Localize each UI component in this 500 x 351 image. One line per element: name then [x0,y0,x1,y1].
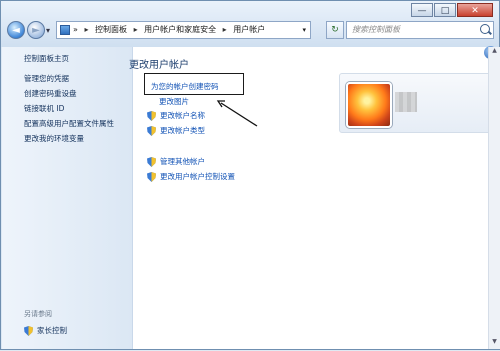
vertical-scrollbar[interactable]: ▲ ▼ [488,47,500,349]
breadcrumb-user-accounts[interactable]: 用户帐户 [233,25,265,34]
sidebar-link-password-reset-disk[interactable]: 创建密码重设盘 [24,88,77,99]
search-icon[interactable] [480,24,490,34]
manage-other-accounts-link[interactable]: 管理其他帐户 [147,156,205,167]
change-account-type-label: 更改帐户类型 [160,126,205,135]
page-title: 更改用户帐户 [129,60,189,71]
control-panel-window: — □ ✕ ◄ ► ▾ » ▸ 控制面板 ▸ 用户帐户和家庭安全 ▸ 用户帐户 … [0,0,500,350]
change-account-name-label: 更改帐户名称 [160,111,205,120]
uac-shield-icon [147,172,156,182]
sidebar-link-environment-variables[interactable]: 更改我的环境变量 [24,133,84,144]
redacted-account-name [395,92,417,112]
search-placeholder: 搜索控制面板 [352,25,400,34]
scroll-down-arrow-icon[interactable]: ▼ [490,338,499,349]
uac-settings-label: 更改用户帐户控制设置 [160,172,235,181]
uac-shield-icon [147,157,156,167]
close-button[interactable]: ✕ [457,3,493,17]
recent-pages-dropdown-icon[interactable]: ▾ [46,26,50,35]
sidebar-link-online-id[interactable]: 链接联机 ID [24,103,64,114]
uac-shield-icon [147,126,156,136]
sidebar-link-manage-credentials[interactable]: 管理您的凭据 [24,73,69,84]
back-button[interactable]: ◄ [7,21,25,39]
breadcrumb-user-accounts-family-safety[interactable]: 用户帐户和家庭安全 [144,25,216,34]
sidebar-link-parental-controls[interactable]: 家长控制 [24,325,67,336]
maximize-button[interactable]: □ [434,3,456,17]
breadcrumb-separator-icon[interactable]: ▸ [223,25,227,34]
breadcrumb-separator-icon[interactable]: ▸ [84,25,88,34]
sidebar-link-control-panel-home[interactable]: 控制面板主页 [24,53,69,64]
address-dropdown-icon[interactable]: ▾ [302,22,306,38]
account-tile [339,73,491,133]
caption-buttons: — □ ✕ [410,3,493,17]
breadcrumb-separator-icon[interactable]: ▸ [134,25,138,34]
control-panel-icon [60,25,70,35]
uac-settings-link[interactable]: 更改用户帐户控制设置 [147,171,235,182]
search-input[interactable]: 搜索控制面板 [346,21,494,39]
see-also-heading: 另请参阅 [24,310,52,318]
breadcrumb-control-panel[interactable]: 控制面板 [95,25,127,34]
change-account-name-link[interactable]: 更改帐户名称 [147,110,205,121]
address-bar[interactable]: » ▸ 控制面板 ▸ 用户帐户和家庭安全 ▸ 用户帐户 ▾ [56,21,311,39]
address-root-chevron-icon[interactable]: » [73,25,78,34]
change-account-type-link[interactable]: 更改帐户类型 [147,125,205,136]
refresh-button[interactable]: ↻ [326,21,344,39]
sidebar: 控制面板主页 管理您的凭据 创建密码重设盘 链接联机 ID 配置高级用户配置文件… [2,47,133,349]
minimize-button[interactable]: — [411,3,433,17]
uac-shield-icon [147,111,156,121]
manage-other-accounts-label: 管理其他帐户 [160,157,205,166]
account-picture [346,82,392,128]
create-password-link[interactable]: 为您的帐户创建密码 [151,81,219,92]
uac-shield-icon [24,326,33,336]
forward-button[interactable]: ► [27,21,45,39]
scroll-up-arrow-icon[interactable]: ▲ [490,47,499,58]
parental-controls-label: 家长控制 [37,326,67,335]
sidebar-link-advanced-profile[interactable]: 配置高级用户配置文件属性 [24,118,114,129]
title-bar: — □ ✕ ◄ ► ▾ » ▸ 控制面板 ▸ 用户帐户和家庭安全 ▸ 用户帐户 … [1,1,499,47]
change-picture-link[interactable]: 更改图片 [159,96,189,107]
